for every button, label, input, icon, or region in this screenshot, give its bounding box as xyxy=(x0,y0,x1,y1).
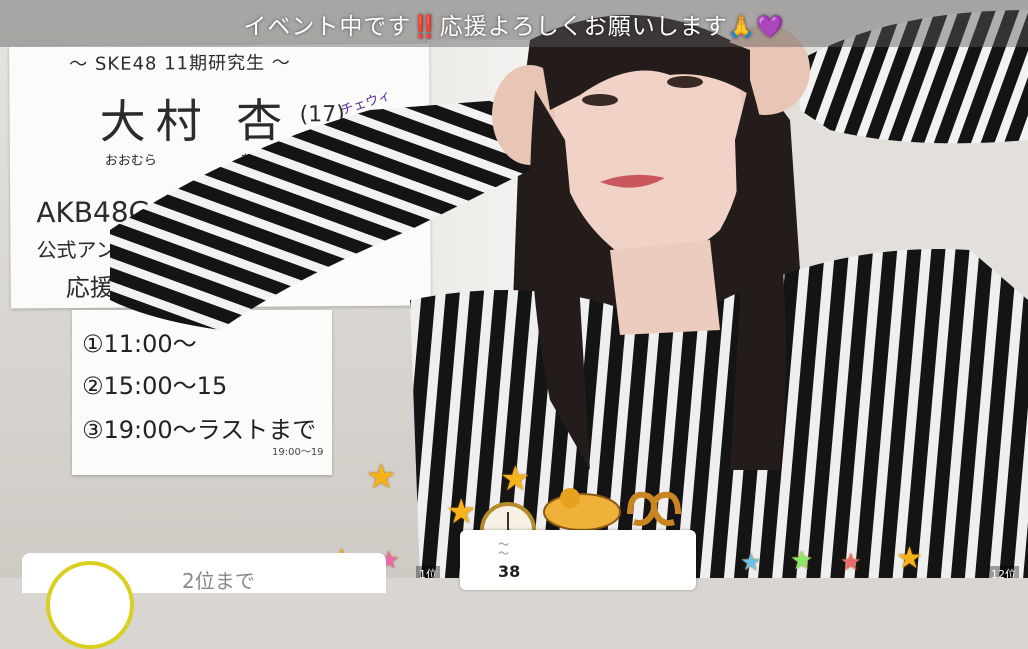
star-icon: ★ xyxy=(840,548,862,576)
rank-info-card[interactable]: 2位まで xyxy=(22,553,386,649)
star-icon: ★ xyxy=(790,546,814,576)
gift-counter-value: 38 xyxy=(498,562,521,581)
sign-line-3: 応援 xyxy=(65,273,114,303)
counter-indicator: 〜〜 xyxy=(498,538,509,560)
telop-banner: イベント中です‼️応援よろしくお願いします🙏💜 xyxy=(0,0,1028,47)
telop-text-part2: 応援よろしくお願いします xyxy=(439,14,728,40)
pretzel-icon xyxy=(627,491,681,526)
live-video-frame: ～ SKE48 11期研究生 ～ 大村 杏 (17) チェウィ おおむら あんず… xyxy=(0,0,1028,578)
telop-text: イベント中です‼️応援よろしくお願いします🙏💜 xyxy=(0,7,1028,41)
cheese-icon xyxy=(543,488,621,531)
sign-line-2: 公式アン xyxy=(36,237,116,263)
star-icon: ★ xyxy=(896,541,923,576)
rank-badge-right: 12位 xyxy=(988,566,1019,578)
avatar[interactable] xyxy=(46,561,134,649)
telop-text-part1: イベント中です xyxy=(243,14,412,40)
star-icon: ★ xyxy=(740,548,762,576)
rank-to-next-label: 2位まで xyxy=(182,569,255,593)
star-icon: ★ xyxy=(500,459,531,499)
rank-badge-left: 1位 xyxy=(416,566,440,578)
double-exclamation-icon: ‼️ xyxy=(411,15,440,40)
star-icon: ★ xyxy=(446,492,477,532)
pray-heart-icon: 🙏💜 xyxy=(727,15,785,40)
gift-counter-card[interactable]: 〜〜 38 xyxy=(460,530,696,590)
star-icon: ★ xyxy=(366,457,397,497)
